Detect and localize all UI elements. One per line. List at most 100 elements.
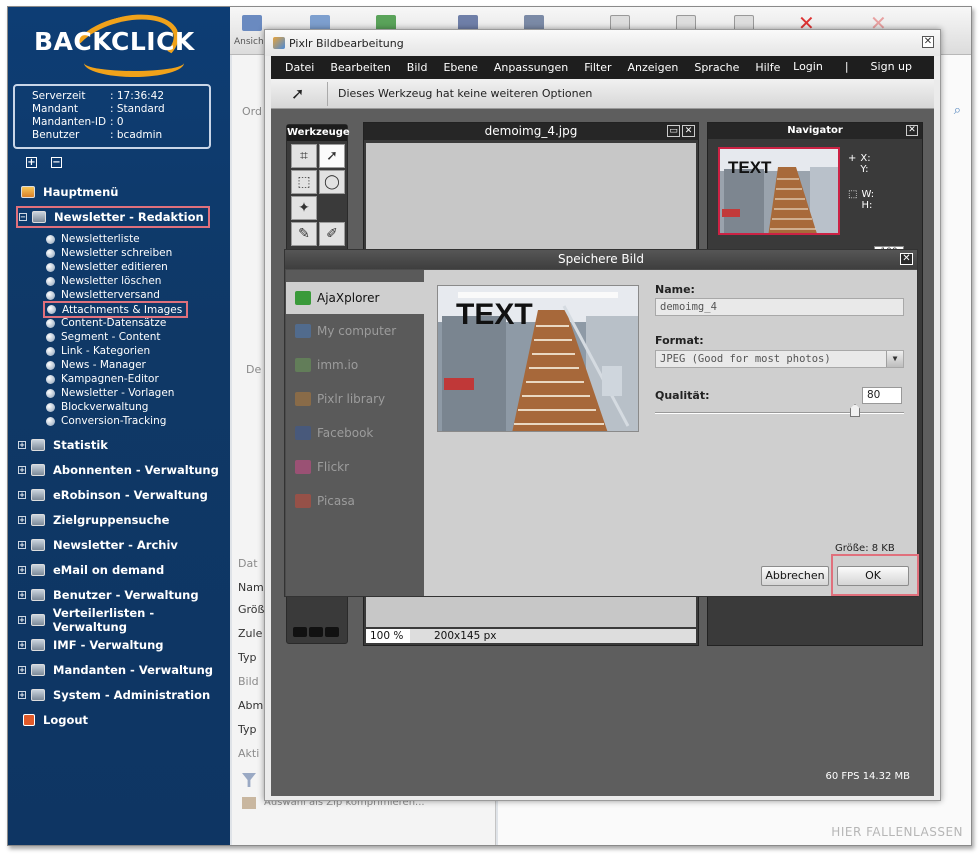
- format-value: JPEG (Good for most photos): [660, 353, 831, 365]
- name-input[interactable]: demoimg_4: [655, 298, 904, 316]
- menu-item[interactable]: Bearbeiten: [330, 61, 390, 74]
- sidebar-subitem[interactable]: Newsletter löschen: [46, 274, 161, 288]
- sidebar-subitem-label: Conversion-Tracking: [61, 415, 167, 427]
- h-label: H:: [861, 200, 873, 211]
- sidebar-subitem[interactable]: Newsletter - Vorlagen: [46, 386, 174, 400]
- save-location-item[interactable]: Flickr: [286, 450, 424, 484]
- swatch-icon[interactable]: [293, 627, 307, 637]
- sidebar-subitem[interactable]: Segment - Content: [46, 330, 160, 344]
- sidebar-subitem[interactable]: Newsletterversand: [46, 288, 160, 302]
- server-time-row: Serverzeit: 17:36:42: [32, 90, 165, 102]
- cancel-button[interactable]: Abbrechen: [761, 566, 829, 586]
- save-dialog-titlebar: Speichere Bild ✕: [285, 250, 917, 269]
- sidebar-subitem[interactable]: Kampagnen-Editor: [46, 372, 159, 386]
- sidebar-section[interactable]: + Statistik: [18, 434, 108, 456]
- format-select[interactable]: JPEG (Good for most photos) ▼: [655, 350, 904, 368]
- login-link[interactable]: Login: [793, 60, 823, 73]
- sidebar-section[interactable]: + Benutzer - Verwaltung: [18, 584, 199, 606]
- ok-highlight: [831, 554, 919, 596]
- swatch-icon[interactable]: [309, 627, 323, 637]
- quality-slider-thumb[interactable]: [850, 404, 860, 417]
- lasso-tool-icon[interactable]: ◯: [319, 170, 345, 194]
- sidebar-section[interactable]: + Newsletter - Archiv: [18, 534, 178, 556]
- save-dialog-close-icon[interactable]: ✕: [900, 253, 913, 265]
- sidebar-section[interactable]: + Mandanten - Verwaltung: [18, 659, 213, 681]
- folder-icon: [32, 211, 46, 223]
- collapse-all-button[interactable]: −: [51, 157, 62, 168]
- flickr-icon: [295, 460, 311, 474]
- save-location-item[interactable]: Pixlr library: [286, 382, 424, 416]
- menu-item[interactable]: Anpassungen: [494, 61, 568, 74]
- sidebar-subitem[interactable]: Content-Datensätze: [46, 316, 166, 330]
- expand-icon: +: [18, 566, 26, 574]
- sidebar-subitem-label: Newsletter editieren: [61, 261, 168, 273]
- collapse-icon: −: [19, 213, 27, 221]
- folder-icon: [31, 589, 45, 601]
- save-location-label: imm.io: [317, 358, 359, 372]
- newsletter-redaktion-item[interactable]: − Newsletter - Redaktion: [16, 206, 210, 228]
- menu-item[interactable]: Bild: [407, 61, 428, 74]
- sidebar-section[interactable]: + Abonnenten - Verwaltung: [18, 459, 219, 481]
- signup-link[interactable]: Sign up: [871, 60, 912, 73]
- client-row: Mandant: Standard: [32, 103, 165, 115]
- search-icon[interactable]: ⌕: [954, 103, 961, 118]
- sidebar-section[interactable]: + eRobinson - Verwaltung: [18, 484, 208, 506]
- sidebar-subitem[interactable]: Newsletterliste: [46, 232, 140, 246]
- quality-slider[interactable]: [655, 412, 904, 414]
- pencil-tool-icon[interactable]: ✎: [291, 222, 317, 246]
- menu-item[interactable]: Datei: [285, 61, 314, 74]
- sidebar-section[interactable]: + IMF - Verwaltung: [18, 634, 164, 656]
- close-icon[interactable]: ✕: [682, 125, 695, 137]
- file-size: Größe: 8 KB: [835, 543, 895, 554]
- menu-item[interactable]: Sprache: [694, 61, 739, 74]
- sidebar-subitem[interactable]: Newsletter editieren: [46, 260, 168, 274]
- save-location-item[interactable]: AjaXplorer: [286, 282, 424, 314]
- menu-item[interactable]: Filter: [584, 61, 611, 74]
- menu-item[interactable]: Ebene: [443, 61, 477, 74]
- crop-tool-icon[interactable]: ⌗: [291, 144, 317, 168]
- quality-input[interactable]: 80: [862, 387, 902, 404]
- sidebar-section[interactable]: + eMail on demand: [18, 559, 164, 581]
- maximize-icon[interactable]: ▭: [667, 125, 680, 137]
- zip-icon: [242, 797, 256, 809]
- save-location-item[interactable]: My computer: [286, 314, 424, 348]
- sidebar-subitem[interactable]: Blockverwaltung: [46, 400, 148, 414]
- sidebar-section[interactable]: + Verteilerlisten - Verwaltung: [18, 606, 230, 634]
- drop-zone[interactable]: HIER FALLENLASSEN: [831, 825, 963, 839]
- tool-grid: ⌗ ➚ ⬚ ◯ ✦ ✎ ✐: [287, 141, 347, 249]
- sidebar-section[interactable]: + Zielgruppensuche: [18, 509, 169, 531]
- bullet-icon: [46, 290, 55, 300]
- menu-item[interactable]: Hilfe: [755, 61, 780, 74]
- bullet-icon: [46, 234, 55, 244]
- image-window-title: demoimg_4.jpg: [484, 124, 578, 138]
- sidebar-subitem[interactable]: Conversion-Tracking: [46, 414, 166, 428]
- navigator-close-icon[interactable]: ✕: [906, 125, 918, 136]
- modified-label: Zule: [238, 627, 263, 640]
- sidebar-subitem[interactable]: Newsletter schreiben: [46, 246, 172, 260]
- sidebar-subitem[interactable]: Link - Kategorien: [46, 344, 150, 358]
- zoom-level[interactable]: 100 %: [366, 629, 410, 643]
- swatch-icon[interactable]: [325, 627, 339, 637]
- navigator-thumbnail[interactable]: TEXT: [718, 147, 840, 235]
- menu-item[interactable]: Anzeigen: [628, 61, 679, 74]
- sidebar-subitem[interactable]: News - Manager: [46, 358, 146, 372]
- view-icon[interactable]: [242, 15, 262, 31]
- marquee-tool-icon[interactable]: ⬚: [291, 170, 317, 194]
- brush-tool-icon[interactable]: ✐: [319, 222, 345, 246]
- logout-item[interactable]: Logout: [18, 709, 88, 731]
- sidebar-section[interactable]: + System - Administration: [18, 684, 210, 706]
- folder-icon: [31, 439, 45, 451]
- folder-icon: [31, 564, 45, 576]
- main-menu-item[interactable]: Hauptmenü: [18, 181, 118, 203]
- magic-wand-icon[interactable]: ✦: [291, 196, 317, 220]
- view-label: Ansich: [234, 37, 264, 47]
- move-tool-button-icon[interactable]: ➚: [319, 144, 345, 168]
- expand-all-button[interactable]: +: [26, 157, 37, 168]
- save-location-item[interactable]: Picasa: [286, 484, 424, 518]
- save-location-label: Picasa: [317, 494, 355, 508]
- save-location-item[interactable]: Facebook: [286, 416, 424, 450]
- folder-icon: [31, 514, 45, 526]
- funnel-icon[interactable]: [242, 773, 256, 787]
- save-location-item[interactable]: imm.io: [286, 348, 424, 382]
- pixlr-close-button[interactable]: ✕: [922, 36, 934, 48]
